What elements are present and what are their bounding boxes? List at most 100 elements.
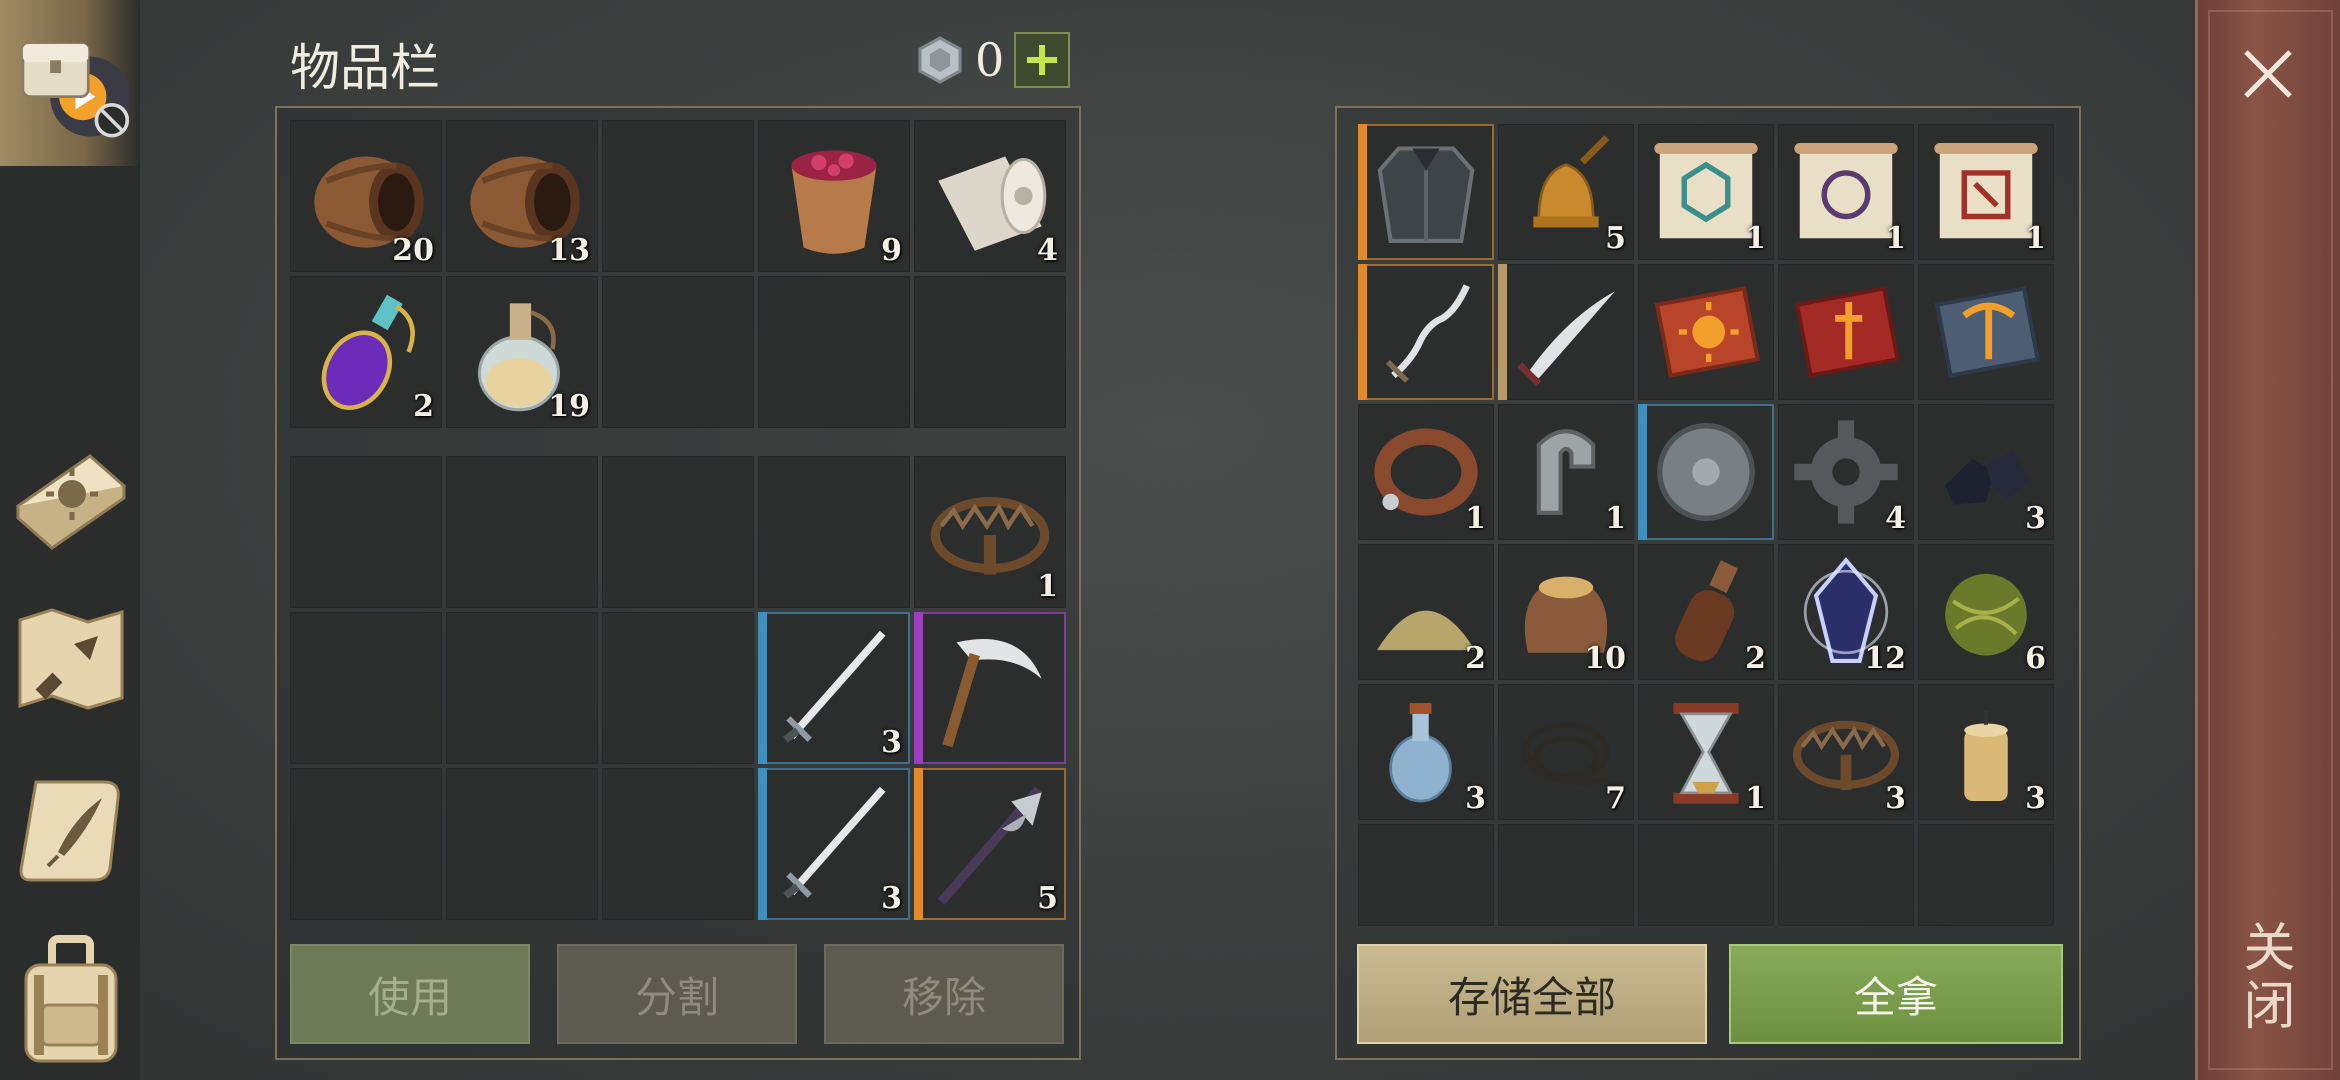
item-quantity: 13: [548, 233, 590, 268]
inventory-slot[interactable]: 19: [446, 276, 598, 428]
inventory-empty-slot[interactable]: [446, 612, 598, 764]
backpack-icon: [24, 935, 118, 1063]
item-quantity: 2: [1465, 641, 1486, 676]
inventory-empty-slot[interactable]: [602, 456, 754, 608]
take-all-button[interactable]: 全拿: [1729, 944, 2063, 1044]
scythe-icon: [942, 638, 1042, 748]
storage-slot[interactable]: 1: [1638, 124, 1774, 260]
rarity-bar: [758, 612, 767, 764]
close-icon[interactable]: [2238, 44, 2298, 104]
inventory-slot[interactable]: 4: [914, 120, 1066, 272]
inventory-empty-slot[interactable]: [602, 612, 754, 764]
storage-slot[interactable]: [1358, 264, 1494, 400]
inventory-empty-slot[interactable]: [758, 276, 910, 428]
inventory-slot[interactable]: 13: [446, 120, 598, 272]
store-all-button[interactable]: 存储全部: [1357, 944, 1707, 1044]
storage-slot[interactable]: 3: [1358, 684, 1494, 820]
storage-slot[interactable]: [1638, 404, 1774, 540]
rarity-bar: [758, 768, 767, 920]
storage-empty-slot[interactable]: [1918, 824, 2054, 926]
storage-slot[interactable]: 1: [1498, 404, 1634, 540]
sidebar-item-crafting[interactable]: [12, 600, 130, 718]
storage-slot[interactable]: [1358, 124, 1494, 260]
storage-slot[interactable]: 3: [1778, 684, 1914, 820]
sidebar-item-character[interactable]: [12, 930, 130, 1070]
inventory-empty-slot[interactable]: [602, 768, 754, 920]
storage-slot[interactable]: 2: [1358, 544, 1494, 680]
rarity-bar: [1358, 264, 1367, 400]
item-quantity: 3: [881, 881, 902, 916]
item-quantity: 1: [1037, 569, 1058, 604]
storage-slot[interactable]: 3: [1918, 404, 2054, 540]
storage-empty-slot[interactable]: [1358, 824, 1494, 926]
inventory-empty-slot[interactable]: [290, 612, 442, 764]
storage-empty-slot[interactable]: [1498, 824, 1634, 926]
split-button[interactable]: 分割: [557, 944, 797, 1044]
storage-slot[interactable]: 1: [1918, 124, 2054, 260]
inventory-empty-slot[interactable]: [602, 120, 754, 272]
rarity-bar: [1498, 264, 1507, 400]
add-currency-button[interactable]: [1014, 32, 1071, 88]
inventory-slot[interactable]: 3: [758, 612, 910, 764]
storage-slot[interactable]: 1: [1778, 124, 1914, 260]
storage-slot[interactable]: [1918, 264, 2054, 400]
inventory-slot[interactable]: 2: [290, 276, 442, 428]
storage-slot[interactable]: 3: [1918, 684, 2054, 820]
storage-slot[interactable]: 10: [1498, 544, 1634, 680]
storage-slot[interactable]: 7: [1498, 684, 1634, 820]
sidebar-item-quests[interactable]: [12, 768, 130, 886]
wavy-dagger-icon: [1385, 284, 1470, 383]
item-quantity: 12: [1864, 641, 1906, 676]
storage-slot[interactable]: 5: [1498, 124, 1634, 260]
plus-icon: [1027, 45, 1058, 75]
inventory-top-grid: 20 13 9 4 2 19: [290, 120, 1066, 428]
item-quantity: 9: [881, 233, 902, 268]
round-shield-icon: [1657, 423, 1755, 521]
sidebar-item-storage[interactable]: [12, 24, 130, 142]
sidebar-item-skills[interactable]: [12, 432, 130, 550]
currency-display: 0: [915, 32, 1071, 88]
use-button[interactable]: 使用: [290, 944, 530, 1044]
storage-slot[interactable]: 1: [1358, 404, 1494, 540]
currency-value: 0: [975, 33, 1005, 87]
item-quantity: 10: [1584, 641, 1626, 676]
storage-slot[interactable]: 6: [1918, 544, 2054, 680]
item-quantity: 1: [1745, 221, 1766, 256]
storage-empty-slot[interactable]: [1638, 824, 1774, 926]
inventory-slot[interactable]: 20: [290, 120, 442, 272]
inventory-empty-slot[interactable]: [602, 276, 754, 428]
storage-slot[interactable]: 12: [1778, 544, 1914, 680]
item-quantity: 5: [1037, 881, 1058, 916]
close-panel[interactable]: [2195, 0, 2340, 1080]
sword-book-icon: [1794, 286, 1901, 378]
storage-empty-slot[interactable]: [1778, 824, 1914, 926]
storage-slot[interactable]: 1: [1638, 684, 1774, 820]
item-quantity: 1: [1465, 501, 1486, 536]
remove-button[interactable]: 移除: [824, 944, 1064, 1044]
storage-slot[interactable]: 4: [1778, 404, 1914, 540]
item-quantity: 4: [1885, 501, 1906, 536]
rarity-bar: [1358, 124, 1367, 260]
storage-slot[interactable]: [1778, 264, 1914, 400]
inventory-empty-slot[interactable]: [446, 456, 598, 608]
inventory-empty-slot[interactable]: [914, 276, 1066, 428]
item-quantity: 19: [548, 389, 590, 424]
storage-slot[interactable]: [1498, 264, 1634, 400]
inventory-empty-slot[interactable]: [290, 768, 442, 920]
close-label[interactable]: 关闭: [2232, 920, 2302, 1036]
inventory-empty-slot[interactable]: [290, 456, 442, 608]
inventory-empty-slot[interactable]: [758, 456, 910, 608]
storage-slot[interactable]: [1638, 264, 1774, 400]
inventory-slot[interactable]: 5: [914, 768, 1066, 920]
item-quantity: 6: [2025, 641, 2046, 676]
rarity-bar: [1638, 404, 1647, 540]
item-quantity: 20: [392, 233, 434, 268]
inventory-slot[interactable]: 1: [914, 456, 1066, 608]
storage-slot[interactable]: 2: [1638, 544, 1774, 680]
inventory-slot[interactable]: [914, 612, 1066, 764]
inventory-empty-slot[interactable]: [446, 768, 598, 920]
pickaxe-book-icon: [1934, 286, 2041, 378]
item-quantity: 1: [1745, 781, 1766, 816]
inventory-slot[interactable]: 3: [758, 768, 910, 920]
inventory-slot[interactable]: 9: [758, 120, 910, 272]
